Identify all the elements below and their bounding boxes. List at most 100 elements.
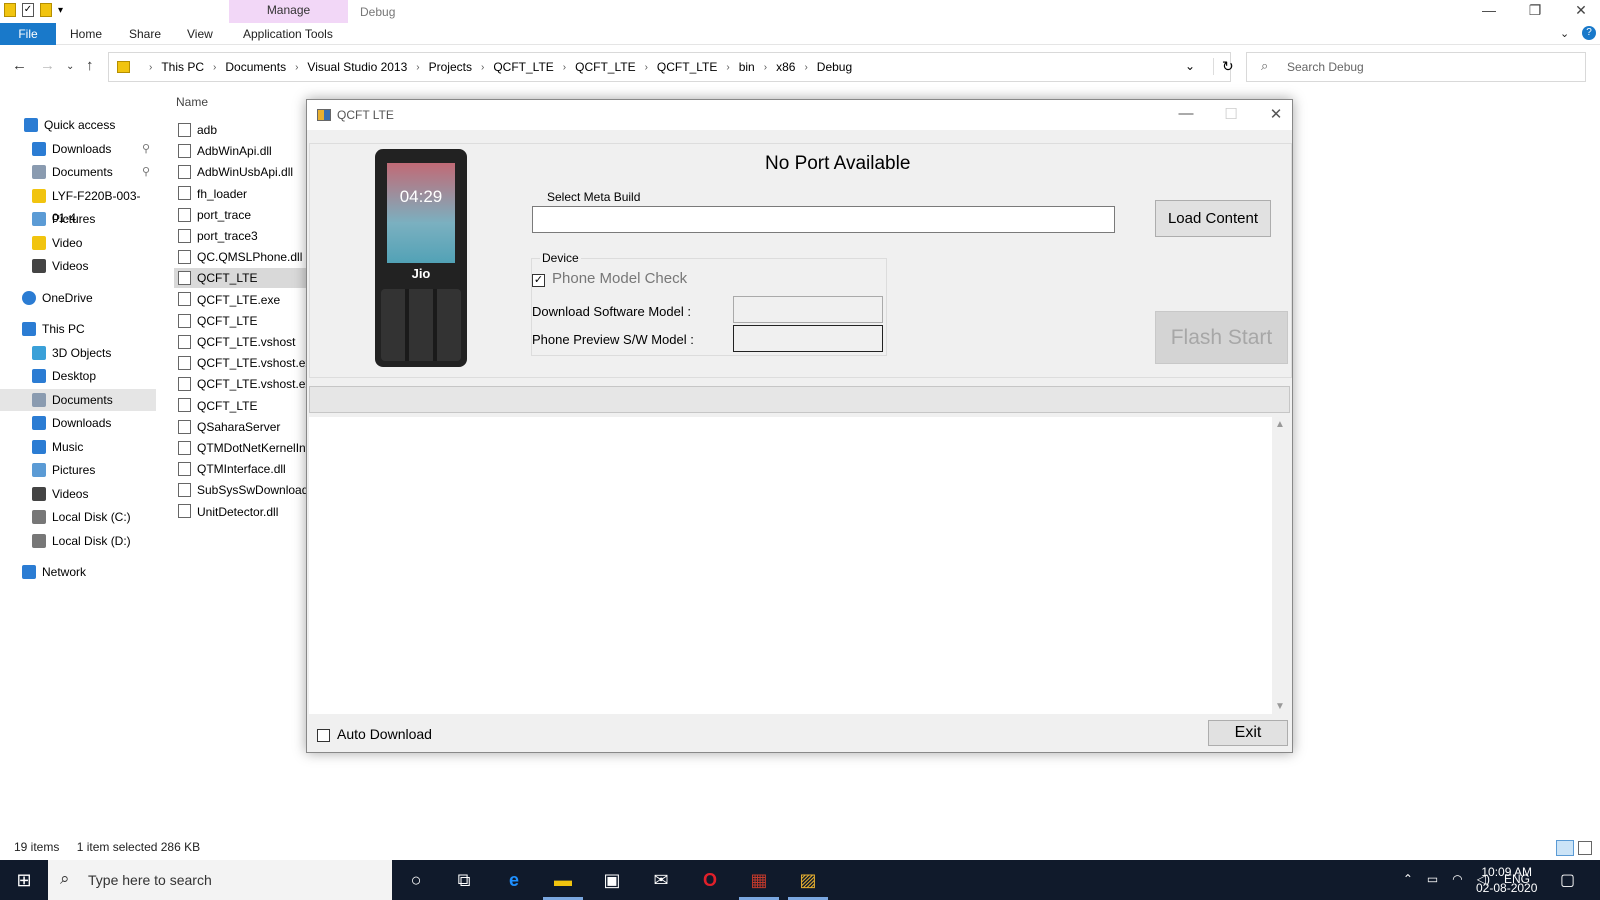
close-icon[interactable]: ✕ (1261, 105, 1291, 123)
nav-item[interactable]: Documents (0, 389, 156, 411)
file-row[interactable]: QTMDotNetKernelInt (174, 438, 308, 458)
chevron-right-icon[interactable]: › (563, 62, 566, 73)
battery-icon[interactable]: ▭ (1427, 872, 1438, 886)
chevron-right-icon[interactable]: › (764, 62, 767, 73)
file-row[interactable]: AdbWinUsbApi.dll (174, 162, 308, 182)
help-icon[interactable]: ? (1582, 26, 1596, 40)
file-row[interactable]: adb (174, 120, 308, 140)
breadcrumb-item[interactable]: Debug (817, 60, 852, 74)
file-row[interactable]: QCFT_LTE.vshost.exe (174, 353, 308, 373)
nav-item[interactable]: OneDrive (0, 287, 156, 309)
address-bar[interactable]: › This PC › Documents › Visual Studio 2013… (108, 52, 1234, 82)
file-row[interactable]: QCFT_LTE.vshost.exe (174, 374, 308, 394)
log-scrollbar[interactable]: ▲ ▼ (1272, 417, 1289, 714)
breadcrumb-item[interactable]: QCFT_LTE (493, 60, 553, 74)
nav-item[interactable]: Video (0, 232, 156, 254)
nav-item[interactable]: Local Disk (C:) (0, 506, 156, 528)
taskbar-search[interactable]: ⌕ Type here to search (48, 860, 392, 900)
file-row[interactable]: QCFT_LTE.vshost (174, 332, 308, 352)
breadcrumb-item[interactable]: Documents (225, 60, 286, 74)
recent-locations-icon[interactable]: ⌄ (66, 61, 74, 72)
breadcrumb-item[interactable]: QCFT_LTE (657, 60, 717, 74)
file-row[interactable]: QCFT_LTE.exe (174, 290, 308, 310)
tab-share[interactable]: Share (129, 27, 161, 41)
search-input[interactable]: ⌕ Search Debug (1246, 52, 1586, 82)
up-arrow-icon[interactable]: ↑ (86, 57, 94, 74)
phone-preview-model-field[interactable] (733, 325, 883, 352)
file-explorer-icon[interactable]: ▬ (549, 866, 577, 894)
nav-item[interactable]: Local Disk (D:) (0, 530, 156, 552)
tab-home[interactable]: Home (70, 27, 102, 41)
file-row[interactable]: UnitDetector.dll (174, 502, 308, 522)
file-row[interactable]: QCFT_LTE (174, 396, 308, 416)
breadcrumb-item[interactable]: Visual Studio 2013 (307, 60, 407, 74)
expand-ribbon-icon[interactable]: ⌄ (1560, 27, 1569, 40)
details-view-icon[interactable] (1556, 840, 1574, 856)
flash-start-button[interactable]: Flash Start (1155, 311, 1288, 364)
close-icon[interactable]: ✕ (1558, 2, 1600, 19)
edge-icon[interactable]: e (500, 866, 528, 894)
tab-file[interactable]: File (0, 23, 56, 45)
file-row[interactable]: SubSysSwDownload. (174, 480, 308, 500)
nav-item[interactable]: Documents ⚲ (0, 161, 156, 183)
customize-qat-icon[interactable]: ▾ (58, 5, 63, 16)
winrar-icon[interactable]: ▦ (745, 866, 773, 894)
file-row[interactable]: QSaharaServer (174, 417, 308, 437)
minimize-icon[interactable]: — (1171, 105, 1201, 122)
file-row[interactable]: port_trace3 (174, 226, 308, 246)
breadcrumb-item[interactable]: bin (739, 60, 755, 74)
restore-icon[interactable]: ❐ (1512, 2, 1558, 19)
tab-application-tools[interactable]: Application Tools (243, 27, 333, 41)
address-dropdown-icon[interactable]: ⌄ (1185, 59, 1195, 73)
chevron-right-icon[interactable]: › (804, 62, 807, 73)
nav-item[interactable]: 3D Objects (0, 342, 156, 364)
nav-item[interactable]: Network (0, 561, 156, 583)
download-software-model-field[interactable] (733, 296, 883, 323)
task-view-icon[interactable]: ⧉ (450, 866, 478, 894)
scroll-up-icon[interactable]: ▲ (1275, 419, 1285, 430)
nav-item[interactable]: Quick access (0, 114, 156, 136)
scroll-down-icon[interactable]: ▼ (1275, 701, 1285, 712)
column-header-name[interactable]: Name (176, 95, 208, 109)
nav-item[interactable]: Pictures (0, 459, 156, 481)
chevron-right-icon[interactable]: › (645, 62, 648, 73)
file-row[interactable]: fh_loader (174, 184, 308, 204)
file-row[interactable]: QC.QMSLPhone.dll (174, 247, 308, 267)
file-row[interactable]: port_trace (174, 205, 308, 225)
properties-icon[interactable]: ✓ (22, 3, 34, 17)
exit-button[interactable]: Exit (1208, 720, 1288, 746)
store-icon[interactable]: ▣ (598, 866, 626, 894)
wifi-icon[interactable]: ◠ (1452, 872, 1462, 886)
opera-icon[interactable]: O (696, 866, 724, 894)
minimize-icon[interactable]: — (1466, 2, 1512, 18)
load-content-button[interactable]: Load Content (1155, 200, 1271, 237)
new-folder-icon[interactable] (40, 3, 52, 17)
back-arrow-icon[interactable]: ← (12, 57, 27, 74)
log-output[interactable]: ▲ ▼ (309, 417, 1289, 714)
nav-item[interactable]: Music (0, 436, 156, 458)
nav-item[interactable]: Pictures (0, 208, 156, 230)
show-hidden-icons-icon[interactable]: ⌃ (1403, 872, 1413, 886)
auto-download-label[interactable]: Auto Download (337, 726, 432, 742)
qcft-app-icon[interactable]: ▨ (794, 866, 822, 894)
phone-model-checkbox[interactable]: ✓ (532, 274, 545, 287)
cortana-icon[interactable]: ○ (402, 866, 430, 894)
mail-icon[interactable]: ✉ (647, 866, 675, 894)
refresh-icon[interactable]: ↻ (1213, 58, 1234, 75)
breadcrumb-item[interactable]: x86 (776, 60, 795, 74)
meta-build-input[interactable] (532, 206, 1115, 233)
folder-icon[interactable] (4, 3, 16, 17)
nav-item[interactable]: Downloads ⚲ (0, 138, 156, 160)
chevron-right-icon[interactable]: › (213, 62, 216, 73)
windows-start-icon[interactable]: ⊞ (0, 860, 48, 900)
file-row[interactable]: QCFT_LTE (174, 311, 308, 331)
auto-download-checkbox[interactable] (317, 729, 330, 742)
nav-item[interactable]: LYF-F220B-003-01-4 (0, 185, 156, 225)
chevron-right-icon[interactable]: › (481, 62, 484, 73)
file-row[interactable]: AdbWinApi.dll (174, 141, 308, 161)
breadcrumb-item[interactable]: Projects (429, 60, 472, 74)
notifications-icon[interactable]: ▢ (1560, 870, 1575, 890)
nav-item[interactable]: Downloads (0, 412, 156, 434)
clock[interactable]: 10:09 AM 02-08-2020 (1476, 864, 1537, 896)
manage-tab[interactable]: Manage (229, 3, 348, 17)
